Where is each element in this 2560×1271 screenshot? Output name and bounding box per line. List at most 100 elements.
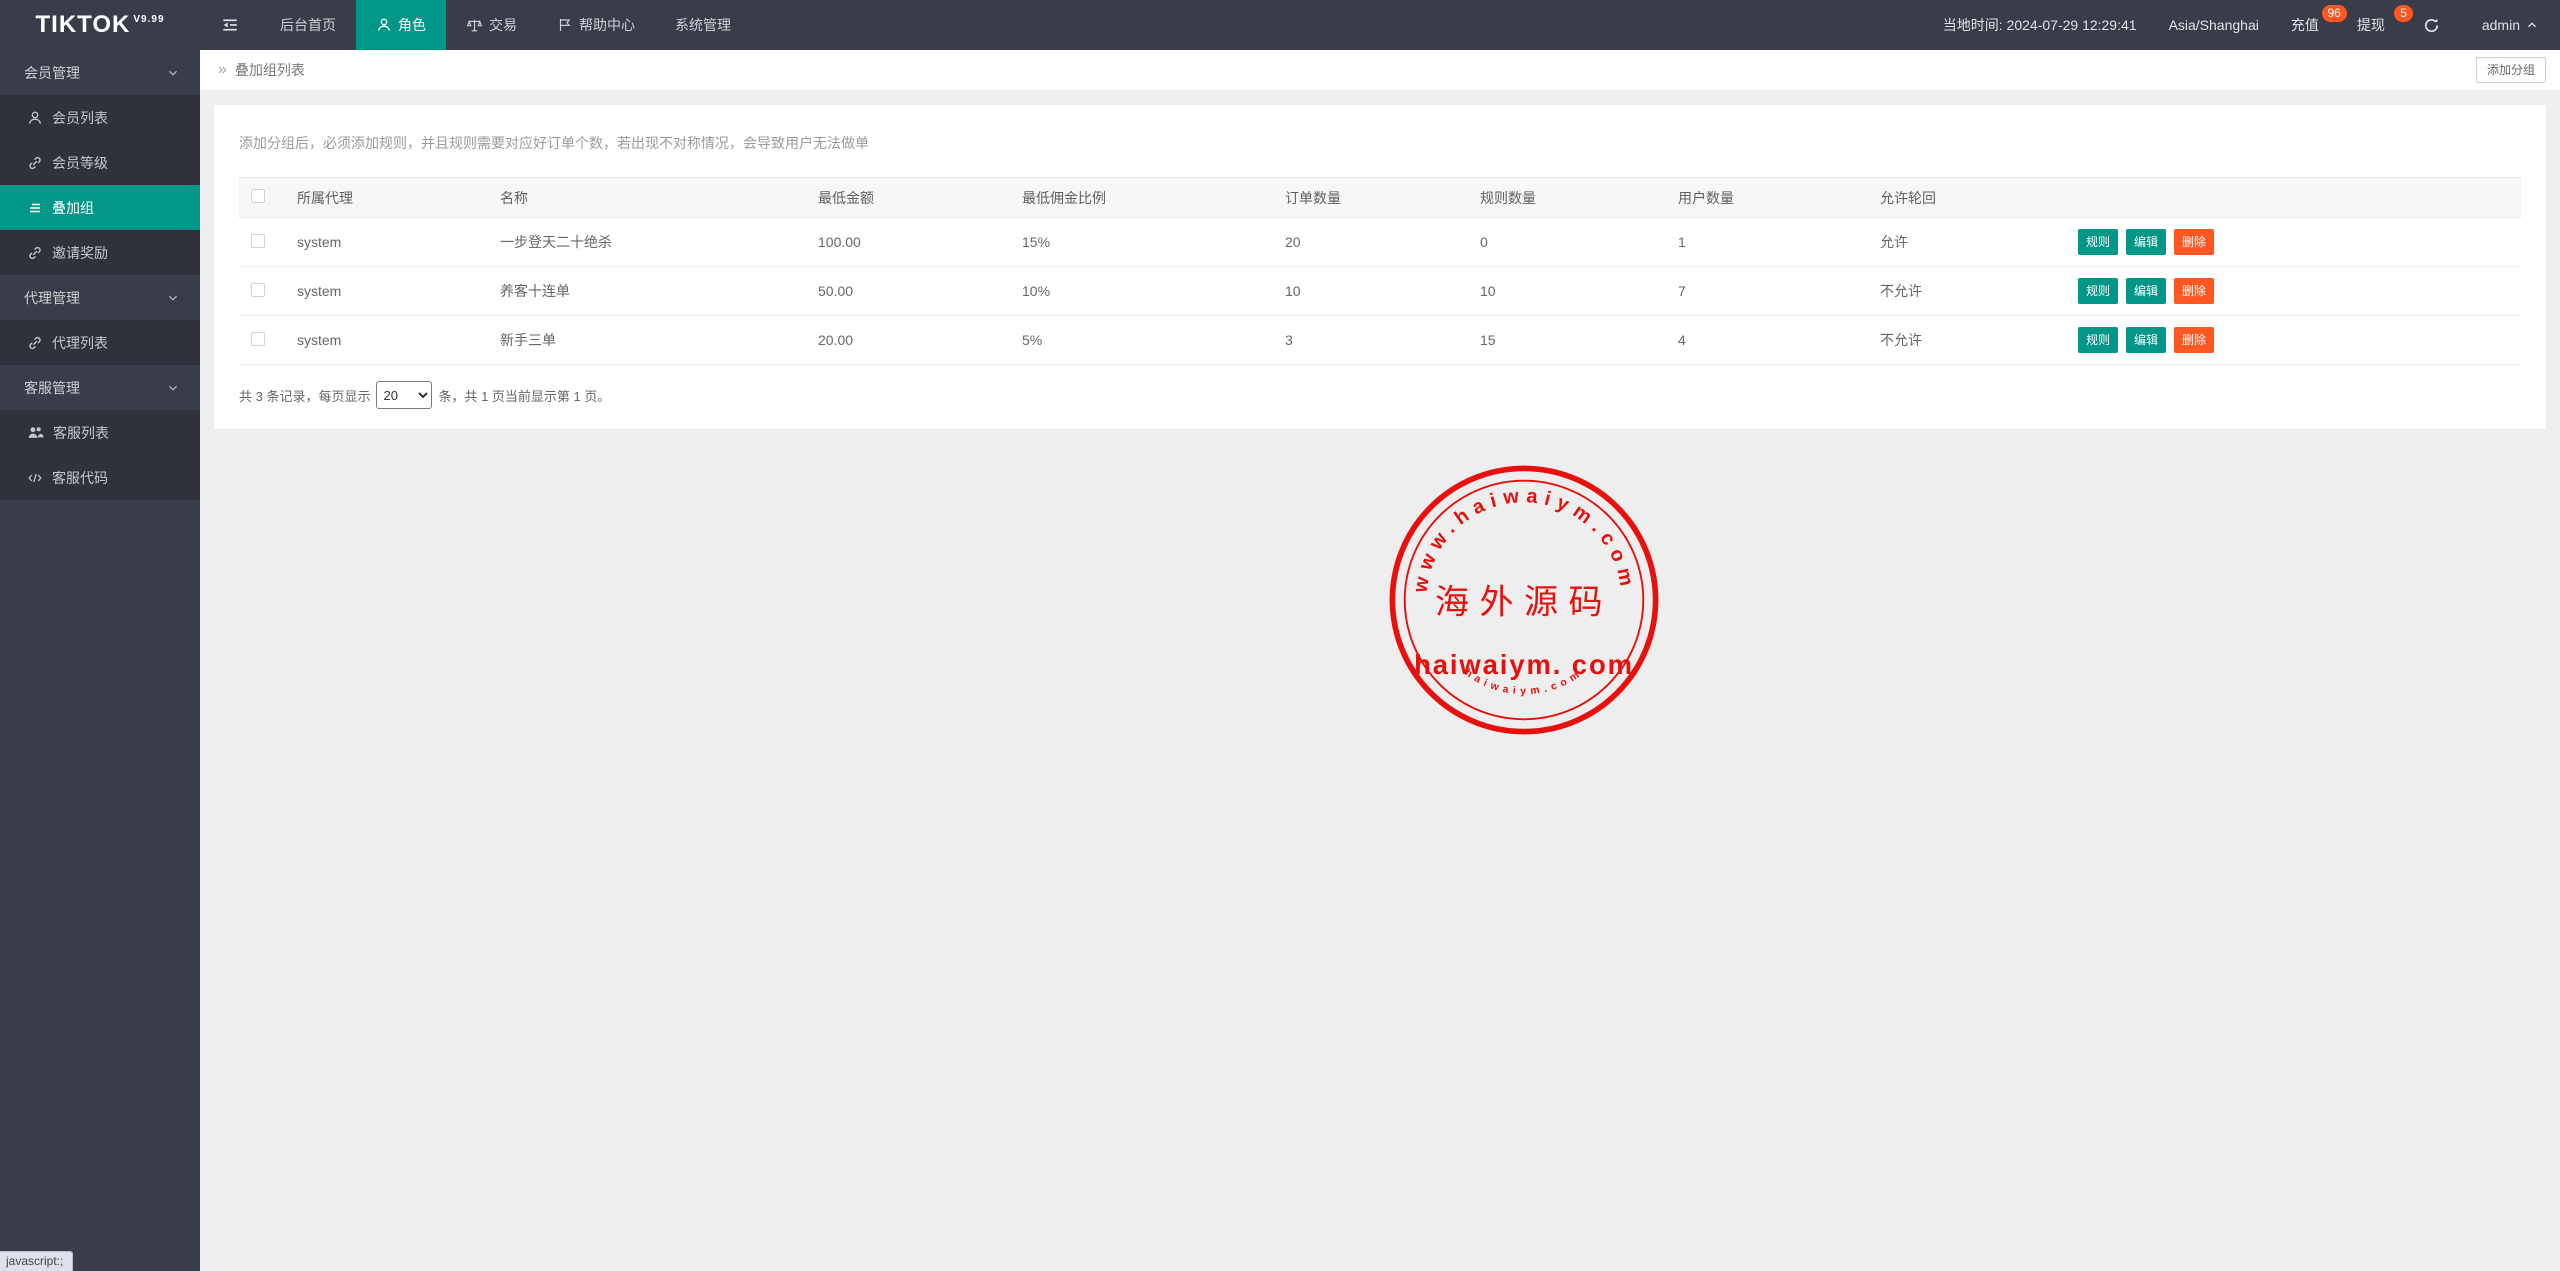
table-column-header: 规则数量 <box>1470 178 1668 218</box>
cell-min_commission: 5% <box>1012 316 1275 365</box>
cell-rules: 10 <box>1470 267 1668 316</box>
row-delete-button[interactable]: 删除 <box>2174 327 2214 353</box>
row-checkbox[interactable] <box>251 234 265 248</box>
cell-name: 养客十连单 <box>490 267 808 316</box>
user-menu[interactable]: admin <box>2456 0 2560 50</box>
timezone: Asia/Shanghai <box>2153 0 2275 50</box>
flag-icon <box>557 17 573 33</box>
add-group-button[interactable]: 添加分组 <box>2476 57 2546 83</box>
groups-table: 所属代理名称最低金额最低佣金比例订单数量规则数量用户数量允许轮回 system一… <box>239 177 2521 365</box>
sidebar-item-support-management[interactable]: 客服管理 <box>0 365 200 410</box>
cell-agent: system <box>287 218 490 267</box>
double-arrow-icon: » <box>218 61 227 79</box>
nav-item-help-center[interactable]: 帮助中心 <box>537 0 655 50</box>
table-row: system一步登天二十绝杀100.0015%2001允许规则编辑删除 <box>239 218 2521 267</box>
row-checkbox-cell <box>239 316 287 365</box>
code-icon <box>27 470 43 486</box>
sidebar-item-stack-group[interactable]: 叠加组 <box>0 185 200 230</box>
main-content: » 叠加组列表 添加分组 添加分组后，必须添加规则，并且规则需要对应好订单个数，… <box>200 50 2560 1271</box>
cell-agent: system <box>287 316 490 365</box>
recharge-label: 充值 <box>2291 15 2319 35</box>
sidebar-item-label: 客服代码 <box>52 468 108 488</box>
user-icon <box>27 110 43 126</box>
table-column-header: 所属代理 <box>287 178 490 218</box>
row-checkbox[interactable] <box>251 332 265 346</box>
table-header-row: 所属代理名称最低金额最低佣金比例订单数量规则数量用户数量允许轮回 <box>239 178 2521 218</box>
sidebar-item-support-code[interactable]: 客服代码 <box>0 455 200 500</box>
cell-users: 7 <box>1668 267 1870 316</box>
row-rules-button[interactable]: 规则 <box>2078 278 2118 304</box>
row-delete-button[interactable]: 删除 <box>2174 229 2214 255</box>
nav-item-trade[interactable]: 交易 <box>446 0 537 50</box>
table-column-header: 允许轮回 <box>1870 178 2068 218</box>
sidebar-group-label: 会员管理 <box>24 63 80 83</box>
table-body: system一步登天二十绝杀100.0015%2001允许规则编辑删除syste… <box>239 218 2521 365</box>
row-actions: 规则编辑删除 <box>2068 267 2521 316</box>
row-rules-button[interactable]: 规则 <box>2078 229 2118 255</box>
list-icon <box>27 200 43 216</box>
sidebar-item-agent-management[interactable]: 代理管理 <box>0 275 200 320</box>
table-header-checkbox-cell <box>239 178 287 218</box>
sidebar-item-label: 会员等级 <box>52 153 108 173</box>
recharge-button[interactable]: 充值 96 <box>2275 0 2341 50</box>
link-icon <box>27 155 43 171</box>
watermark-stamp: www.haiwaiym.com 海外源码 haiwaiym. com haiw… <box>1382 457 1666 743</box>
users-icon <box>27 424 44 441</box>
withdraw-label: 提现 <box>2357 15 2385 35</box>
row-checkbox-cell <box>239 267 287 316</box>
sidebar-group-label: 客服管理 <box>24 378 80 398</box>
scales-icon <box>466 17 483 34</box>
chevron-down-icon <box>166 291 180 305</box>
cell-orders: 20 <box>1275 218 1470 267</box>
cell-min_commission: 10% <box>1012 267 1275 316</box>
refresh-button[interactable] <box>2407 0 2456 50</box>
row-edit-button[interactable]: 编辑 <box>2126 278 2166 304</box>
row-delete-button[interactable]: 删除 <box>2174 278 2214 304</box>
cell-loop: 不允许 <box>1870 316 2068 365</box>
cell-users: 1 <box>1668 218 1870 267</box>
stamp-arc-text: www.haiwaiym.com <box>1409 485 1639 595</box>
select-all-checkbox[interactable] <box>251 189 265 203</box>
row-rules-button[interactable]: 规则 <box>2078 327 2118 353</box>
menu-fold-icon[interactable] <box>200 0 260 50</box>
page-size-select[interactable]: 20 <box>376 381 432 409</box>
row-checkbox[interactable] <box>251 283 265 297</box>
local-time-label: 当地时间: 2024-07-29 12:29:41 <box>1943 15 2137 35</box>
chevron-up-icon <box>2525 18 2539 32</box>
row-checkbox-cell <box>239 218 287 267</box>
sidebar-item-label: 代理列表 <box>52 333 108 353</box>
refresh-icon <box>2423 17 2440 34</box>
nav-item-label: 系统管理 <box>675 15 731 35</box>
sidebar: 会员管理会员列表会员等级叠加组邀请奖励代理管理代理列表客服管理客服列表客服代码 <box>0 50 200 1271</box>
table-column-header-actions <box>2068 178 2521 218</box>
nav-item-label: 帮助中心 <box>579 15 635 35</box>
stamp-site-text: haiwaiym. com <box>1414 649 1634 680</box>
cell-min_amount: 100.00 <box>808 218 1012 267</box>
link-icon <box>27 245 43 261</box>
sidebar-item-label: 会员列表 <box>52 108 108 128</box>
cell-min_commission: 15% <box>1012 218 1275 267</box>
cell-orders: 10 <box>1275 267 1470 316</box>
sidebar-item-agent-list[interactable]: 代理列表 <box>0 320 200 365</box>
withdraw-button[interactable]: 提现 5 <box>2341 0 2407 50</box>
app-logo: TIKTOKV9.99 <box>0 0 200 50</box>
sidebar-item-member-list[interactable]: 会员列表 <box>0 95 200 140</box>
sidebar-item-label: 客服列表 <box>53 423 109 443</box>
cell-users: 4 <box>1668 316 1870 365</box>
nav-item-roles[interactable]: 角色 <box>356 0 446 50</box>
sidebar-item-invite-reward[interactable]: 邀请奖励 <box>0 230 200 275</box>
sidebar-item-support-list[interactable]: 客服列表 <box>0 410 200 455</box>
app-logo-text: TIKTOK <box>35 11 130 39</box>
breadcrumb: » 叠加组列表 添加分组 <box>200 50 2560 90</box>
row-edit-button[interactable]: 编辑 <box>2126 327 2166 353</box>
sidebar-item-member-level[interactable]: 会员等级 <box>0 140 200 185</box>
cell-rules: 15 <box>1470 316 1668 365</box>
nav-item-system-management[interactable]: 系统管理 <box>655 0 751 50</box>
nav-item-label: 后台首页 <box>280 15 336 35</box>
nav-item-label: 角色 <box>398 15 426 35</box>
cell-agent: system <box>287 267 490 316</box>
row-edit-button[interactable]: 编辑 <box>2126 229 2166 255</box>
nav-item-dashboard[interactable]: 后台首页 <box>260 0 356 50</box>
sidebar-item-member-management[interactable]: 会员管理 <box>0 50 200 95</box>
chevron-down-icon <box>166 66 180 80</box>
